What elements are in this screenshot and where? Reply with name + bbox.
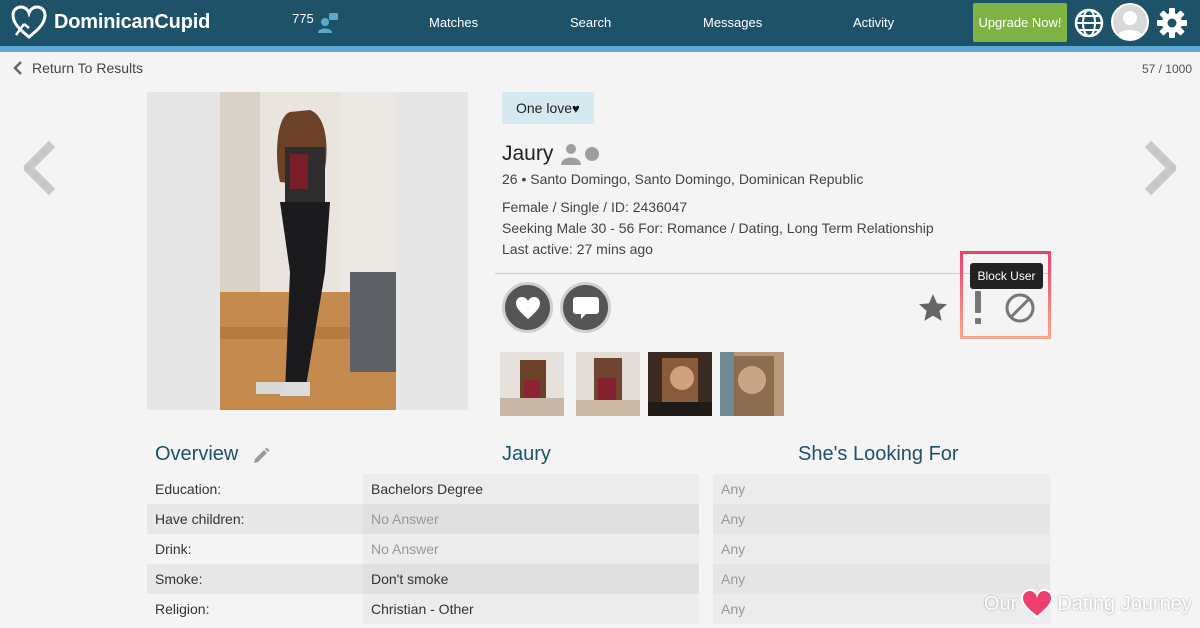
row-value: Bachelors Degree [371, 481, 484, 497]
profile-last-active: Last active: 27 mins ago [502, 241, 653, 257]
profile-tagline: One love♥ [502, 92, 594, 124]
row-label: Drink: [155, 541, 192, 557]
chevron-left-icon [13, 61, 22, 75]
profile-name-row: Jaury [502, 142, 600, 166]
nav-matches[interactable]: Matches [429, 15, 478, 30]
row-value: No Answer [371, 511, 439, 527]
photo-thumbnail[interactable] [500, 352, 564, 416]
message-button[interactable] [560, 282, 611, 333]
profile-column-heading: Jaury [502, 443, 551, 465]
nav-messages[interactable]: Messages [703, 15, 762, 30]
table-row: Religion: Christian - Other Any [147, 594, 1050, 624]
overview-heading: Overview [155, 443, 239, 465]
row-label: Religion: [155, 601, 210, 617]
online-status-dot-icon [585, 147, 600, 161]
nav-activity[interactable]: Activity [853, 15, 894, 30]
watermark-text-before: Our [984, 592, 1018, 615]
table-row: Have children: No Answer Any [147, 504, 1050, 534]
pencil-edit-icon[interactable] [252, 447, 270, 465]
profile-status-icons [561, 143, 600, 165]
watermark-heart-icon [1021, 589, 1054, 619]
profile-details: Female / Single / ID: 2436047 [502, 199, 688, 215]
upgrade-button[interactable]: Upgrade Now! [973, 3, 1067, 42]
profile-photo-image [220, 92, 396, 410]
watermark: Our Dating Journey [984, 589, 1192, 619]
return-to-results-link[interactable]: Return To Results [12, 60, 143, 76]
watermark-text-after: Dating Journey [1057, 592, 1192, 615]
online-members-counter[interactable]: 775 [292, 11, 339, 33]
gear-icon[interactable] [1156, 7, 1188, 39]
photo-thumbnail[interactable] [648, 352, 712, 416]
profile-location: 26 • Santo Domingo, Santo Domingo, Domin… [502, 171, 864, 187]
photo-thumbnail[interactable] [576, 352, 640, 416]
row-looking-for: Any [721, 481, 746, 497]
row-looking-for: Any [721, 541, 746, 557]
row-label: Have children: [155, 511, 245, 527]
like-button[interactable] [502, 282, 553, 333]
members-online-icon [317, 13, 338, 33]
table-row: Smoke: Don't smoke Any [147, 564, 1050, 594]
block-user-tooltip: Block User [970, 263, 1043, 289]
online-count: 775 [292, 11, 314, 26]
row-value: Don't smoke [371, 571, 449, 587]
user-profile-icon [561, 144, 582, 165]
logo[interactable]: DominicanCupid [10, 4, 210, 40]
globe-icon[interactable] [1073, 7, 1105, 39]
user-avatar[interactable] [1111, 3, 1149, 41]
looking-for-column-heading: She's Looking For [798, 443, 959, 465]
header-accent-stripe [0, 46, 1200, 52]
profile-seeking: Seeking Male 30 - 56 For: Romance / Dati… [502, 220, 934, 236]
previous-profile-arrow-icon[interactable] [20, 140, 60, 196]
row-value: No Answer [371, 541, 439, 557]
nav-search[interactable]: Search [570, 15, 611, 30]
star-icon[interactable] [917, 292, 949, 324]
heart-icon [515, 296, 540, 319]
row-value: Christian - Other [371, 601, 474, 617]
photo-thumbnail[interactable] [720, 352, 784, 416]
table-row: Education: Bachelors Degree Any [147, 474, 1050, 504]
return-to-results-label: Return To Results [32, 60, 144, 76]
row-label: Education: [155, 481, 222, 497]
overview-table: Education: Bachelors Degree Any Have chi… [147, 474, 1050, 624]
tagline-text: One love [516, 100, 573, 116]
avatar-silhouette-icon [1116, 11, 1144, 39]
table-row: Drink: No Answer Any [147, 534, 1050, 564]
next-profile-arrow-icon[interactable] [1140, 140, 1180, 196]
row-label: Smoke: [155, 571, 203, 587]
heart-glyph-icon: ♥ [572, 101, 580, 116]
results-pager: 57 / 1000 [1141, 62, 1192, 76]
main-profile-photo[interactable] [147, 92, 468, 410]
top-navigation-bar: DominicanCupid 775 Matches Search Messag… [0, 0, 1200, 46]
row-looking-for: Any [721, 511, 746, 527]
profile-name: Jaury [502, 142, 554, 165]
chat-icon [572, 296, 599, 319]
brand-name: DominicanCupid [54, 10, 211, 33]
heart-logo-icon [11, 5, 47, 39]
